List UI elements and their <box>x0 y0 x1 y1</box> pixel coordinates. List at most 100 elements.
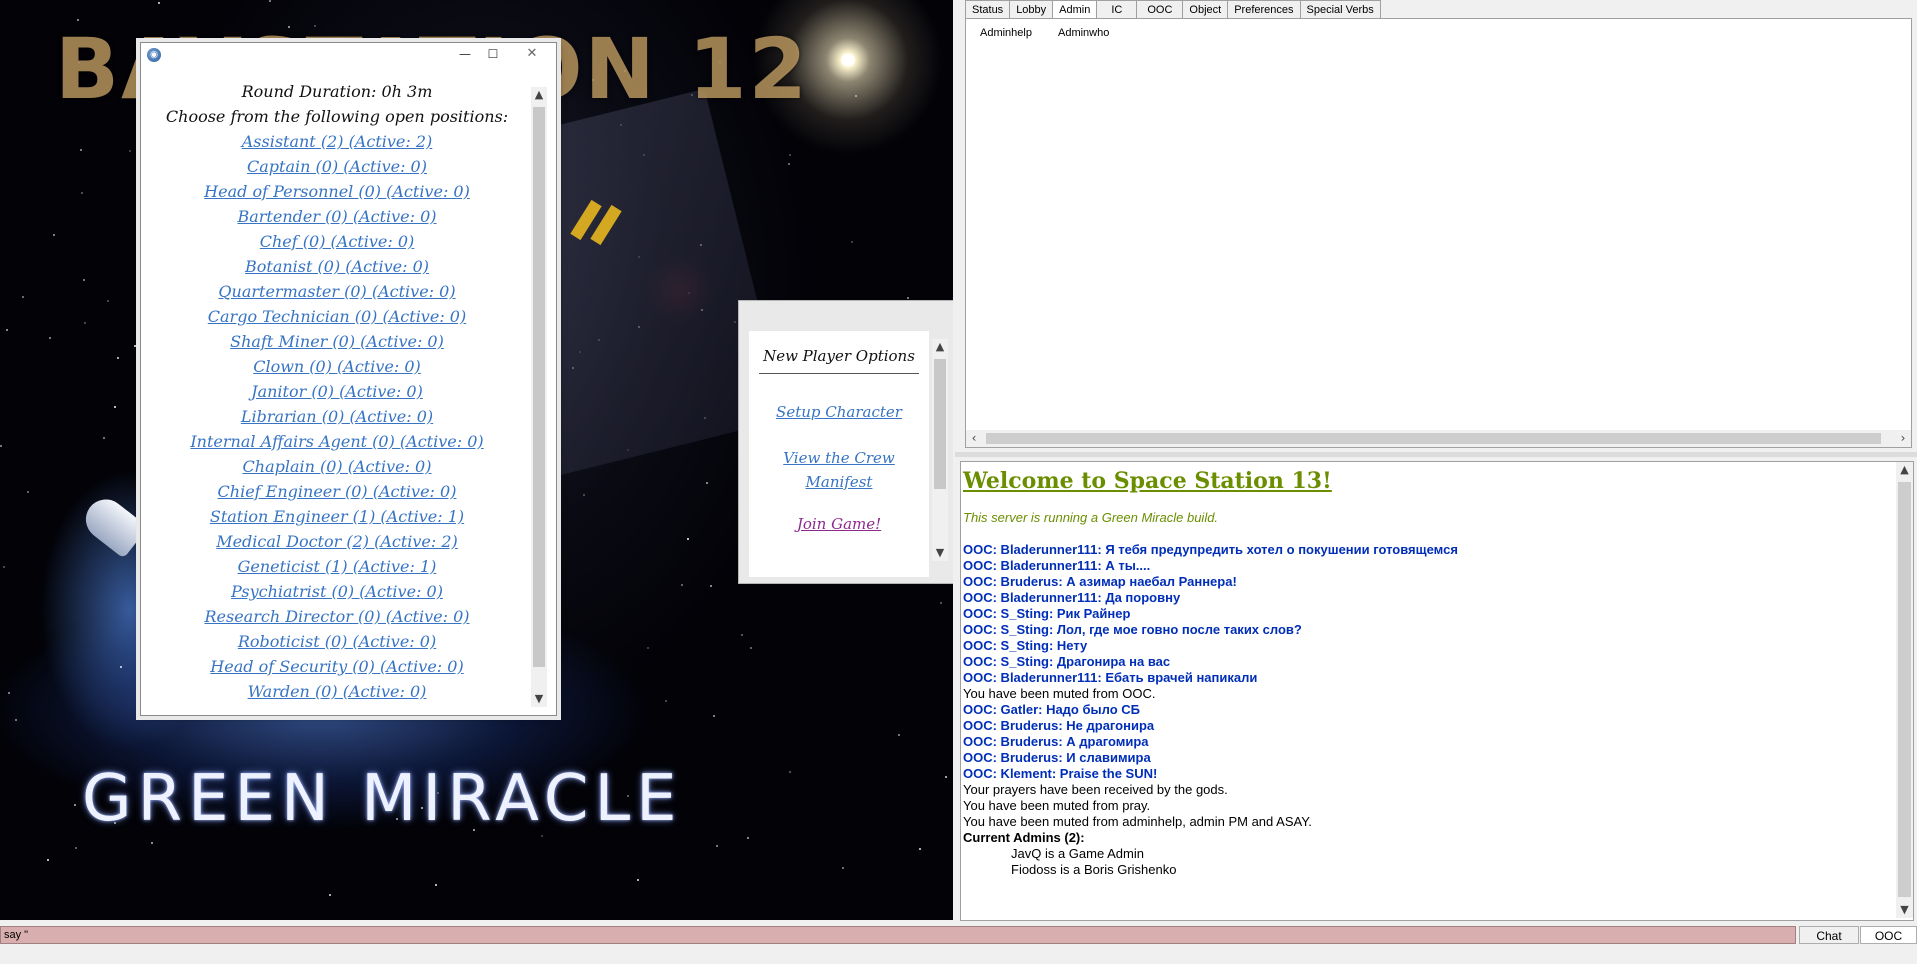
job-link-internal-affairs-agent[interactable]: Internal Affairs Agent (0) (Active: 0) <box>147 429 527 454</box>
job-link-roboticist[interactable]: Roboticist (0) (Active: 0) <box>147 629 527 654</box>
tab-ic[interactable]: IC <box>1096 0 1138 18</box>
job-link-botanist[interactable]: Botanist (0) (Active: 0) <box>147 254 527 279</box>
status-strip <box>0 946 1917 964</box>
view-crew-manifest-link[interactable]: View the Crew Manifest <box>749 446 929 494</box>
admin-entry: Fiodoss is a Boris Grishenko <box>1011 862 1177 877</box>
maximize-button[interactable]: ☐ <box>480 45 506 63</box>
chat-output-panel: Welcome to Space Station 13! This server… <box>960 461 1914 921</box>
scroll-down-arrow-icon[interactable]: ▼ <box>1896 902 1913 918</box>
chat-message: OOC: Bruderus: А драгомира <box>963 734 1149 749</box>
star <box>741 634 743 636</box>
system-message: You have been muted from adminhelp, admi… <box>963 814 1312 829</box>
tab-object[interactable]: Object <box>1182 0 1229 18</box>
job-link-captain[interactable]: Captain (0) (Active: 0) <box>147 154 527 179</box>
job-link-janitor[interactable]: Janitor (0) (Active: 0) <box>147 379 527 404</box>
close-button[interactable]: ✕ <box>512 45 552 63</box>
scroll-left-arrow-icon[interactable]: ‹ <box>966 430 982 447</box>
star <box>103 437 105 439</box>
chat-message: OOC: Gatler: Надо было СБ <box>963 702 1140 717</box>
ooc-mode-button[interactable]: OOC <box>1860 926 1917 944</box>
job-link-research-director[interactable]: Research Director (0) (Active: 0) <box>147 604 527 629</box>
scroll-up-arrow-icon[interactable]: ▲ <box>1896 462 1913 478</box>
chat-message: OOC: Bruderus: А азимар наебал Раннера! <box>963 574 1237 589</box>
job-link-clown[interactable]: Clown (0) (Active: 0) <box>147 354 527 379</box>
chat-output-scrollbar[interactable]: ▲ ▼ <box>1896 462 1913 918</box>
job-list-scrollbar[interactable]: ▲ ▼ <box>531 87 547 707</box>
command-input[interactable] <box>0 926 1796 944</box>
panel-splitter[interactable] <box>955 452 1917 457</box>
job-link-psychiatrist[interactable]: Psychiatrist (0) (Active: 0) <box>147 579 527 604</box>
job-link-warden[interactable]: Warden (0) (Active: 0) <box>147 679 527 704</box>
star <box>945 776 947 778</box>
chat-message: OOC: S_Sting: Нету <box>963 638 1088 653</box>
verb-adminwho[interactable]: Adminwho <box>1058 27 1109 39</box>
scrollbar-thumb[interactable] <box>1898 482 1911 897</box>
scrollbar-thumb[interactable] <box>986 433 1881 444</box>
chat-message: OOC: Klement: Praise the SUN! <box>963 766 1158 781</box>
tab-admin[interactable]: Admin <box>1052 0 1098 18</box>
choose-positions-text: Choose from the following open positions… <box>165 107 509 126</box>
job-link-chef[interactable]: Chef (0) (Active: 0) <box>147 229 527 254</box>
tab-ooc[interactable]: OOC <box>1136 0 1184 18</box>
job-link-bartender[interactable]: Bartender (0) (Active: 0) <box>147 204 527 229</box>
tab-lobby[interactable]: Lobby <box>1009 0 1054 18</box>
system-message: Your prayers have been received by the g… <box>963 782 1228 797</box>
job-link-shaft-miner[interactable]: Shaft Miner (0) (Active: 0) <box>147 329 527 354</box>
job-link-chief-engineer[interactable]: Chief Engineer (0) (Active: 0) <box>147 479 527 504</box>
verb-panel-hscrollbar[interactable]: ‹ › <box>966 430 1911 447</box>
job-link-assistant[interactable]: Assistant (2) (Active: 2) <box>147 129 527 154</box>
job-selection-window[interactable]: ◉ — ☐ ✕ Round Duration: 0h 3m Choose fro… <box>140 42 557 716</box>
star <box>80 149 82 151</box>
setup-character-link[interactable]: Setup Character <box>749 400 929 424</box>
chat-output-content: Welcome to Space Station 13! This server… <box>963 462 1883 878</box>
minimize-button[interactable]: — <box>452 45 478 63</box>
scroll-right-arrow-icon[interactable]: › <box>1895 430 1911 447</box>
star <box>158 2 160 4</box>
tab-status[interactable]: Status <box>965 0 1011 18</box>
star <box>706 482 708 484</box>
job-link-quartermaster[interactable]: Quartermaster (0) (Active: 0) <box>147 279 527 304</box>
star <box>129 150 131 152</box>
scroll-up-arrow-icon[interactable]: ▲ <box>932 339 948 355</box>
chat-mode-button[interactable]: Chat <box>1799 926 1859 944</box>
scroll-down-arrow-icon[interactable]: ▼ <box>531 691 547 707</box>
star <box>136 134 138 136</box>
job-link-station-engineer[interactable]: Station Engineer (1) (Active: 1) <box>147 504 527 529</box>
job-link-medical-doctor[interactable]: Medical Doctor (2) (Active: 2) <box>147 529 527 554</box>
star <box>750 647 752 649</box>
scroll-down-arrow-icon[interactable]: ▼ <box>932 545 948 561</box>
system-message: You have been muted from pray. <box>963 798 1151 813</box>
scroll-up-arrow-icon[interactable]: ▲ <box>531 87 547 103</box>
verb-adminhelp[interactable]: Adminhelp <box>980 27 1032 39</box>
join-game-link[interactable]: Join Game! <box>749 512 929 536</box>
star <box>788 163 790 165</box>
star <box>789 771 791 773</box>
star <box>3 566 5 568</box>
star <box>269 0 271 2</box>
message-list: OOC: Bladerunner111: Я тебя предупредить… <box>963 542 1883 878</box>
job-link-head-of-personnel[interactable]: Head of Personnel (0) (Active: 0) <box>147 179 527 204</box>
star <box>22 296 24 298</box>
job-link-head-of-security[interactable]: Head of Security (0) (Active: 0) <box>147 654 527 679</box>
star <box>134 345 136 347</box>
new-player-options-scrollbar[interactable]: ▲ ▼ <box>932 339 948 561</box>
star <box>681 584 683 586</box>
admins-heading: Current Admins (2): <box>963 830 1085 845</box>
chat-message: OOC: Bladerunner111: Да поровну <box>963 590 1181 605</box>
job-link-chaplain[interactable]: Chaplain (0) (Active: 0) <box>147 454 527 479</box>
star <box>84 322 86 324</box>
job-link-librarian[interactable]: Librarian (0) (Active: 0) <box>147 404 527 429</box>
window-titlebar[interactable]: ◉ — ☐ ✕ <box>141 43 556 67</box>
tab-preferences[interactable]: Preferences <box>1227 0 1301 18</box>
star <box>8 692 10 694</box>
scrollbar-thumb[interactable] <box>934 359 946 489</box>
scrollbar-thumb[interactable] <box>533 107 545 667</box>
star <box>907 297 909 299</box>
star <box>117 357 119 359</box>
star <box>842 867 844 869</box>
game-map-viewport[interactable]: BAYSTATION 12 GREEN MIRACLE ◉ — ☐ ✕ Roun… <box>0 0 953 920</box>
star <box>747 837 749 839</box>
job-link-geneticist[interactable]: Geneticist (1) (Active: 1) <box>147 554 527 579</box>
job-link-cargo-technician[interactable]: Cargo Technician (0) (Active: 0) <box>147 304 527 329</box>
tab-special-verbs[interactable]: Special Verbs <box>1299 0 1381 18</box>
